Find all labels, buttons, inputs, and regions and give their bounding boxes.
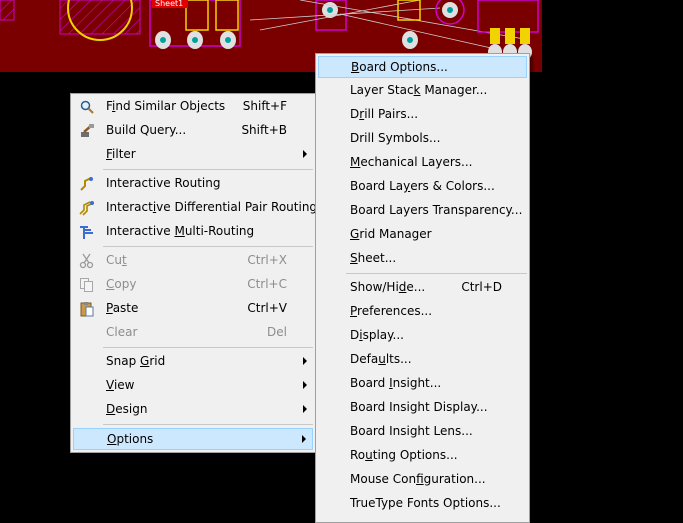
submenu-item-drill-pairs[interactable]: Drill Pairs... <box>318 104 527 126</box>
menu-item-design[interactable]: Design <box>73 399 313 421</box>
menu-separator <box>103 246 313 247</box>
submenu-arrow-icon <box>303 381 307 389</box>
menu-item-label: Copy <box>106 277 137 291</box>
menu-separator <box>103 347 313 348</box>
submenu-item-mouse-configuration[interactable]: Mouse Configuration... <box>318 469 527 491</box>
submenu-arrow-icon <box>303 405 307 413</box>
menu-item-label: Board Insight... <box>350 376 442 390</box>
menu-item-paste[interactable]: Paste Ctrl+V <box>73 298 313 320</box>
menu-item-build-query[interactable]: Build Query... Shift+B <box>73 120 313 142</box>
menu-item-label: Options <box>107 432 154 446</box>
menu-item-label: Snap Grid <box>106 354 166 368</box>
menu-item-label: Grid Manager <box>350 227 432 241</box>
menu-item-label: Drill Pairs... <box>350 107 419 121</box>
options-submenu: Board Options... Layer Stack Manager... Dr… <box>315 53 530 523</box>
menu-item-label: Interactive Differential Pair Routing <box>106 200 318 214</box>
menu-item-label: TrueType Fonts Options... <box>350 496 501 510</box>
menu-item-label: Board Options... <box>351 60 448 74</box>
menu-item-shortcut: Del <box>267 325 287 339</box>
submenu-item-board-options[interactable]: Board Options... <box>318 56 527 78</box>
submenu-item-defaults[interactable]: Defaults... <box>318 349 527 371</box>
submenu-item-sheet[interactable]: Sheet... <box>318 248 527 270</box>
submenu-item-board-layers-transparency[interactable]: Board Layers Transparency... <box>318 200 527 222</box>
submenu-arrow-icon <box>302 435 306 443</box>
menu-item-snap-grid[interactable]: Snap Grid <box>73 351 313 373</box>
menu-item-shortcut: Ctrl+V <box>247 301 287 315</box>
submenu-item-show-hide[interactable]: Show/Hide... Ctrl+D <box>318 277 527 299</box>
submenu-item-board-insight[interactable]: Board Insight... <box>318 373 527 395</box>
submenu-item-layer-stack-manager[interactable]: Layer Stack Manager... <box>318 80 527 102</box>
menu-item-label: Cut <box>106 253 127 267</box>
interactive-routing-icon <box>79 176 95 192</box>
menu-item-shortcut: Shift+B <box>241 123 287 137</box>
context-menu: Find Similar Objects Shift+F Build Query..… <box>70 93 317 453</box>
diff-pair-routing-icon <box>79 200 95 216</box>
menu-item-label: Mechanical Layers... <box>350 155 473 169</box>
menu-item-label: Layer Stack Manager... <box>350 83 488 97</box>
menu-item-label: Board Insight Display... <box>350 400 488 414</box>
multi-routing-icon <box>79 224 95 240</box>
menu-item-label: Board Layers Transparency... <box>350 203 523 217</box>
paste-icon <box>79 301 95 317</box>
menu-item-filter[interactable]: Filter <box>73 144 313 166</box>
menu-item-shortcut: Ctrl+X <box>247 253 287 267</box>
menu-item-label: View <box>106 378 135 392</box>
menu-item-label: Mouse Configuration... <box>350 472 486 486</box>
submenu-item-display[interactable]: Display... <box>318 325 527 347</box>
submenu-item-board-layers-and-colors[interactable]: Board Layers & Colors... <box>318 176 527 198</box>
submenu-item-preferences[interactable]: Preferences... <box>318 301 527 323</box>
submenu-item-truetype-fonts-options[interactable]: TrueType Fonts Options... <box>318 493 527 515</box>
submenu-item-drill-symbols[interactable]: Drill Symbols... <box>318 128 527 150</box>
menu-item-clear: Clear Del <box>73 322 313 344</box>
menu-item-shortcut: Ctrl+C <box>247 277 287 291</box>
menu-item-interactive-routing[interactable]: Interactive Routing <box>73 173 313 195</box>
menu-item-view[interactable]: View <box>73 375 313 397</box>
menu-separator <box>346 273 527 274</box>
menu-item-find-similar-objects[interactable]: Find Similar Objects Shift+F <box>73 96 313 118</box>
menu-item-label: Drill Symbols... <box>350 131 441 145</box>
submenu-item-board-insight-display[interactable]: Board Insight Display... <box>318 397 527 419</box>
menu-item-interactive-multi-routing[interactable]: Interactive Multi-Routing <box>73 221 313 243</box>
menu-item-copy: Copy Ctrl+C <box>73 274 313 296</box>
magnifier-icon <box>79 99 95 115</box>
submenu-arrow-icon <box>303 357 307 365</box>
menu-item-label: Display... <box>350 328 404 342</box>
submenu-item-mechanical-layers[interactable]: Mechanical Layers... <box>318 152 527 174</box>
menu-item-label: Find Similar Objects <box>106 99 226 113</box>
submenu-item-board-insight-lens[interactable]: Board Insight Lens... <box>318 421 527 443</box>
menu-item-label: Interactive Multi-Routing <box>106 224 255 238</box>
menu-item-label: Show/Hide... <box>350 280 426 294</box>
menu-item-label: Preferences... <box>350 304 433 318</box>
menu-item-label: Design <box>106 402 148 416</box>
query-builder-icon <box>79 123 95 139</box>
scissors-icon <box>79 253 95 269</box>
submenu-item-routing-options[interactable]: Routing Options... <box>318 445 527 467</box>
menu-item-label: Sheet... <box>350 251 397 265</box>
menu-item-label: Paste <box>106 301 139 315</box>
menu-item-label: Defaults... <box>350 352 412 366</box>
menu-item-label: Filter <box>106 147 136 161</box>
menu-item-label: Board Layers & Colors... <box>350 179 495 193</box>
menu-item-shortcut: Shift+F <box>242 99 287 113</box>
menu-item-shortcut: Ctrl+D <box>461 280 502 294</box>
menu-item-label: Board Insight Lens... <box>350 424 473 438</box>
menu-item-label: Clear <box>106 325 138 339</box>
menu-separator <box>103 169 313 170</box>
menu-item-options[interactable]: Options <box>73 428 313 450</box>
copy-icon <box>79 277 95 293</box>
menu-item-cut: Cut Ctrl+X <box>73 250 313 272</box>
submenu-item-grid-manager[interactable]: Grid Manager <box>318 224 527 246</box>
menu-item-label: Interactive Routing <box>106 176 221 190</box>
menu-item-interactive-differential-pair-routing[interactable]: Interactive Differential Pair Routing <box>73 197 317 219</box>
menu-separator <box>103 424 313 425</box>
menu-item-label: Routing Options... <box>350 448 458 462</box>
submenu-arrow-icon <box>303 150 307 158</box>
menu-item-label: Build Query... <box>106 123 187 137</box>
pcb-sheet-label: Sheet1 <box>155 0 183 8</box>
